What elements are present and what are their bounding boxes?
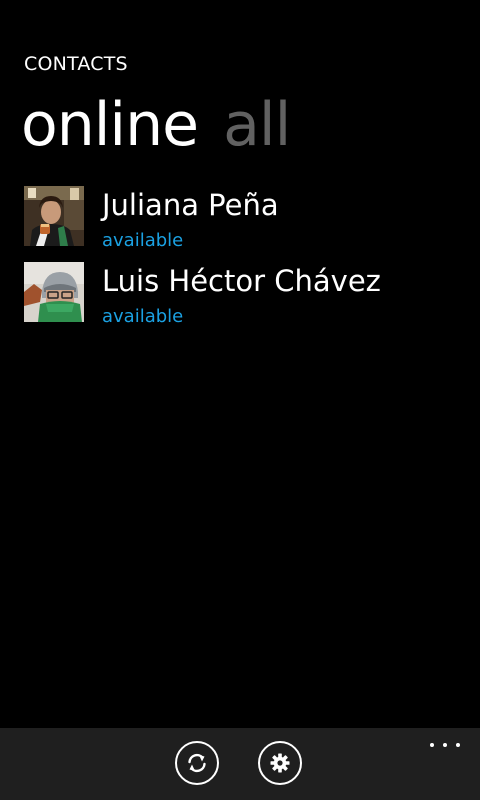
dot — [456, 743, 460, 747]
contact-avatar[interactable] — [24, 186, 84, 246]
app-bar — [0, 728, 480, 800]
contact-item-luis[interactable]: Luis Héctor Chávez available — [24, 262, 464, 338]
contact-name: Luis Héctor Chávez — [102, 264, 381, 298]
dot — [443, 743, 447, 747]
contact-name: Juliana Peña — [102, 188, 279, 222]
contact-photo-icon — [24, 262, 84, 322]
app-title: CONTACTS — [24, 53, 128, 75]
more-ellipsis-icon[interactable] — [430, 738, 460, 752]
contact-avatar[interactable] — [24, 262, 84, 322]
contact-status: available — [102, 306, 184, 327]
pivot-tab-online[interactable]: online — [21, 90, 199, 160]
dot — [430, 743, 434, 747]
sync-button[interactable] — [175, 741, 219, 785]
contact-list: Juliana Peña available Luis Héctor Cháve… — [24, 186, 464, 338]
settings-button[interactable] — [258, 741, 302, 785]
contact-photo-icon — [24, 186, 84, 246]
sync-icon — [188, 753, 206, 773]
pivot-tab-all[interactable]: all — [223, 90, 291, 160]
contact-status: available — [102, 230, 184, 251]
gear-icon — [270, 753, 290, 773]
pivot-header: online all — [21, 90, 291, 160]
contact-item-juliana[interactable]: Juliana Peña available — [24, 186, 464, 262]
